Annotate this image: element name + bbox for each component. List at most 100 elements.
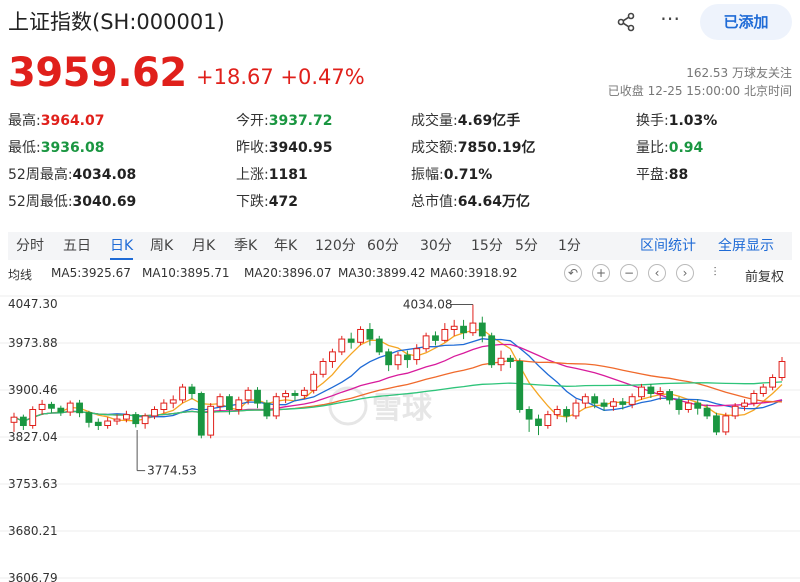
y-tick-label: 3973.88 [8,336,58,350]
tab-1[interactable]: 五日 [63,232,91,260]
candle-body [469,322,477,334]
candle-body [675,399,683,411]
tab-4[interactable]: 月K [192,232,215,260]
candle-body [684,402,692,411]
candle-body [488,335,496,366]
candle-body [478,322,486,337]
candle-body [460,325,467,334]
candle-body [160,402,168,411]
candle-body [394,354,402,366]
candle-setting-icon[interactable]: ⫶ [706,264,724,282]
added-button[interactable]: 已添加 [700,4,792,40]
candle-body [132,414,140,425]
ma10-value: MA10:3895.71 [142,266,230,280]
ma5-value: MA5:3925.67 [51,266,131,280]
candle-body [638,386,645,398]
adjust-mode[interactable]: 前复权 [745,266,784,285]
stat-value: 7850.19亿 [457,140,536,156]
candle-body [600,402,608,407]
candle-body [413,348,421,361]
tab-6[interactable]: 年K [274,232,297,260]
candle-body [10,416,18,423]
candle-body [731,405,739,417]
ma-legend: 均线 MA5:3925.67 MA10:3895.71 MA20:3896.07… [8,264,792,285]
stat-label: 成交额: [411,140,458,156]
candle-body [329,351,336,362]
scroll-right-icon[interactable]: › [676,264,694,282]
stat-value: 472 [268,194,298,210]
candle-body [750,392,758,404]
range-stats-link[interactable]: 区间统计 [640,232,696,260]
zoom-in-icon[interactable]: + [592,264,610,282]
stat-value: 3964.07 [40,113,105,129]
candle-body [385,351,393,366]
candle-body [94,421,102,427]
kline-chart[interactable]: 4047.30 3973.88 3900.46 3827.04 3753.63 3680.… [0,288,800,582]
tab-11[interactable]: 5分 [515,232,538,260]
stat-label: 上涨: [236,167,269,183]
scroll-left-icon[interactable]: ‹ [648,264,666,282]
undo-icon[interactable]: ↶ [564,264,582,282]
more-icon[interactable]: ⋯ [656,8,684,32]
candle-body [422,335,430,350]
stat-item: 平盘:88 [636,164,688,184]
candle-body [282,392,290,398]
watermark-logo [328,386,368,426]
tab-5[interactable]: 季K [234,232,257,260]
candle-body [506,357,514,362]
candle-body [216,396,224,407]
ma30-value: MA30:3899.42 [338,266,426,280]
tab-8[interactable]: 60分 [367,232,399,260]
stat-item: 下跌:472 [236,191,298,211]
stat-label: 量比: [636,140,669,156]
tab-12[interactable]: 1分 [558,232,581,260]
candle-body [741,402,748,407]
tab-2[interactable]: 日K [110,232,134,260]
tab-3[interactable]: 周K [150,232,173,260]
price-row: 3959.62 +18.67 +0.47% 162.53 万球友关注 已收盘 1… [8,50,792,98]
tab-10[interactable]: 15分 [471,232,503,260]
candle-body [432,335,439,341]
candle-body [141,415,149,425]
candle-body [48,403,55,409]
stat-label: 成交量: [411,113,458,129]
quote-header: 上证指数(SH:000001) ⋯ 已添加 [8,4,792,40]
stat-value: 0.94 [668,140,704,156]
candle-body [207,405,215,436]
stat-label: 总市值: [411,194,458,210]
price-change: +18.67 +0.47% [196,65,365,89]
candle-body [759,386,767,394]
tab-7[interactable]: 120分 [315,232,356,260]
y-tick-label: 3827.04 [8,430,58,444]
fullscreen-link[interactable]: 全屏显示 [718,232,774,260]
candle-body [338,338,346,353]
stat-value: 0.71% [443,167,493,183]
stat-value: 4.69亿手 [457,113,521,129]
candle-body [610,401,617,407]
candle-body [244,389,252,401]
stat-item: 最高:3964.07 [8,110,104,130]
zoom-out-icon[interactable]: − [620,264,638,282]
tab-9[interactable]: 30分 [420,232,452,260]
candle-body [29,409,37,427]
candle-body [656,391,664,394]
candle-body [591,396,599,404]
y-tick-label: 4047.30 [8,297,58,311]
candle-body [357,328,364,343]
tab-0[interactable]: 分时 [16,232,44,260]
stat-item: 成交量:4.69亿手 [411,110,520,130]
stat-label: 振幅: [411,167,444,183]
candle-body [403,354,411,361]
candle-body [113,418,121,422]
candle-body [122,414,130,420]
candle-body [151,409,158,417]
high-annotation: 4034.08 [403,298,453,312]
stat-value: 3936.08 [40,140,105,156]
candle-body [179,386,186,401]
stat-item: 昨收:3940.95 [236,137,332,157]
stat-item: 换手:1.03% [636,110,717,130]
low-annotation: 3774.53 [147,464,197,478]
candle-body [197,392,205,436]
candle-body [235,399,243,411]
share-icon[interactable] [614,10,638,34]
